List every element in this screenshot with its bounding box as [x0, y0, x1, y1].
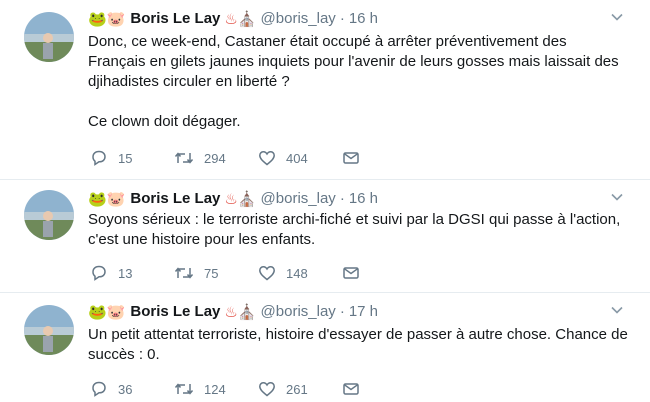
tweet-paragraph: Donc, ce week-end, Castaner était occupé…: [88, 33, 619, 90]
tweet-paragraph: Un petit attentat terroriste, histoire d…: [88, 326, 628, 363]
direct-message-button[interactable]: [342, 380, 426, 398]
retweet-count: 124: [204, 381, 226, 397]
frog-emoji: 🐸: [88, 190, 107, 208]
like-count: 261: [286, 381, 308, 397]
retweet-button[interactable]: 124: [174, 380, 258, 398]
tweet[interactable]: 🐸 🐷 Boris Le Lay ♨ ⛪ @boris_lay · 17 h U…: [0, 293, 650, 402]
reply-icon: [92, 265, 106, 281]
tweet-header: 🐸 🐷 Boris Le Lay ♨ ⛪ @boris_lay · 16 h: [88, 190, 378, 208]
reply-icon: [92, 381, 106, 397]
separator: ·: [339, 303, 345, 320]
like-icon: [259, 151, 275, 166]
message-icon: [343, 383, 359, 395]
avatar[interactable]: [24, 190, 74, 240]
reply-button[interactable]: 15: [90, 149, 174, 167]
tweet-actions: 36 124 261: [90, 379, 426, 399]
message-icon: [343, 152, 359, 164]
retweet-icon: [174, 383, 194, 395]
tower-emoji: ⛪: [237, 303, 257, 321]
like-count: 148: [286, 265, 308, 281]
tweet-header: 🐸 🐷 Boris Le Lay ♨ ⛪ @boris_lay · 16 h: [88, 10, 378, 28]
retweet-button[interactable]: 294: [174, 149, 258, 167]
reply-button[interactable]: 13: [90, 264, 174, 282]
retweet-icon: [174, 152, 194, 164]
retweet-count: 294: [204, 150, 226, 166]
like-icon: [259, 382, 275, 397]
retweet-button[interactable]: 75: [174, 264, 258, 282]
author-name[interactable]: Boris Le Lay: [130, 303, 220, 321]
like-button[interactable]: 404: [258, 149, 342, 167]
chevron-down-icon[interactable]: [610, 190, 624, 207]
retweet-count: 75: [204, 265, 219, 281]
author-name[interactable]: Boris Le Lay: [130, 10, 220, 28]
reply-count: 36: [118, 381, 133, 397]
frog-emoji: 🐸: [88, 10, 107, 28]
tweet[interactable]: 🐸 🐷 Boris Le Lay ♨ ⛪ @boris_lay · 16 h D…: [0, 0, 650, 180]
author-handle[interactable]: @boris_lay: [261, 303, 336, 321]
like-button[interactable]: 148: [258, 264, 342, 282]
tweet-timestamp[interactable]: 17 h: [349, 303, 378, 321]
tweet-text: Un petit attentat terroriste, histoire d…: [88, 325, 628, 365]
message-icon: [343, 267, 359, 279]
reply-icon: [92, 150, 106, 166]
separator: ·: [339, 10, 345, 27]
pig-emoji: 🐷: [106, 303, 126, 321]
tweet-timestamp[interactable]: 16 h: [349, 190, 378, 208]
chevron-down-icon[interactable]: [610, 303, 624, 320]
chevron-down-icon[interactable]: [610, 10, 624, 27]
hot-springs-emoji: ♨: [224, 303, 238, 321]
pig-emoji: 🐷: [106, 190, 126, 208]
reply-count: 15: [118, 150, 133, 166]
like-button[interactable]: 261: [258, 380, 342, 398]
author-handle[interactable]: @boris_lay: [261, 10, 336, 28]
like-count: 404: [286, 150, 308, 166]
tweet-header: 🐸 🐷 Boris Le Lay ♨ ⛪ @boris_lay · 17 h: [88, 303, 378, 321]
avatar[interactable]: [24, 12, 74, 62]
tweet-actions: 15 294 404: [90, 148, 426, 168]
direct-message-button[interactable]: [342, 264, 426, 282]
tweet-actions: 13 75 148: [90, 263, 426, 283]
like-icon: [259, 266, 275, 281]
hot-springs-emoji: ♨: [224, 10, 238, 28]
separator: ·: [339, 190, 345, 207]
pig-emoji: 🐷: [106, 10, 126, 28]
author-name[interactable]: Boris Le Lay: [130, 190, 220, 208]
direct-message-button[interactable]: [342, 149, 426, 167]
hot-springs-emoji: ♨: [224, 190, 238, 208]
tweet-text: Soyons sérieux : le terroriste archi-fic…: [88, 210, 628, 250]
avatar[interactable]: [24, 305, 74, 355]
frog-emoji: 🐸: [88, 303, 107, 321]
tweet[interactable]: 🐸 🐷 Boris Le Lay ♨ ⛪ @boris_lay · 16 h S…: [0, 180, 650, 293]
tweet-timestamp[interactable]: 16 h: [349, 10, 378, 28]
tweet-paragraph: Soyons sérieux : le terroriste archi-fic…: [88, 211, 621, 248]
tower-emoji: ⛪: [237, 10, 257, 28]
tweet-text: Donc, ce week-end, Castaner était occupé…: [88, 32, 628, 132]
tweet-paragraph: Ce clown doit dégager.: [88, 113, 241, 130]
reply-button[interactable]: 36: [90, 380, 174, 398]
author-handle[interactable]: @boris_lay: [261, 190, 336, 208]
retweet-icon: [174, 267, 194, 279]
tower-emoji: ⛪: [237, 190, 257, 208]
reply-count: 13: [118, 265, 133, 281]
